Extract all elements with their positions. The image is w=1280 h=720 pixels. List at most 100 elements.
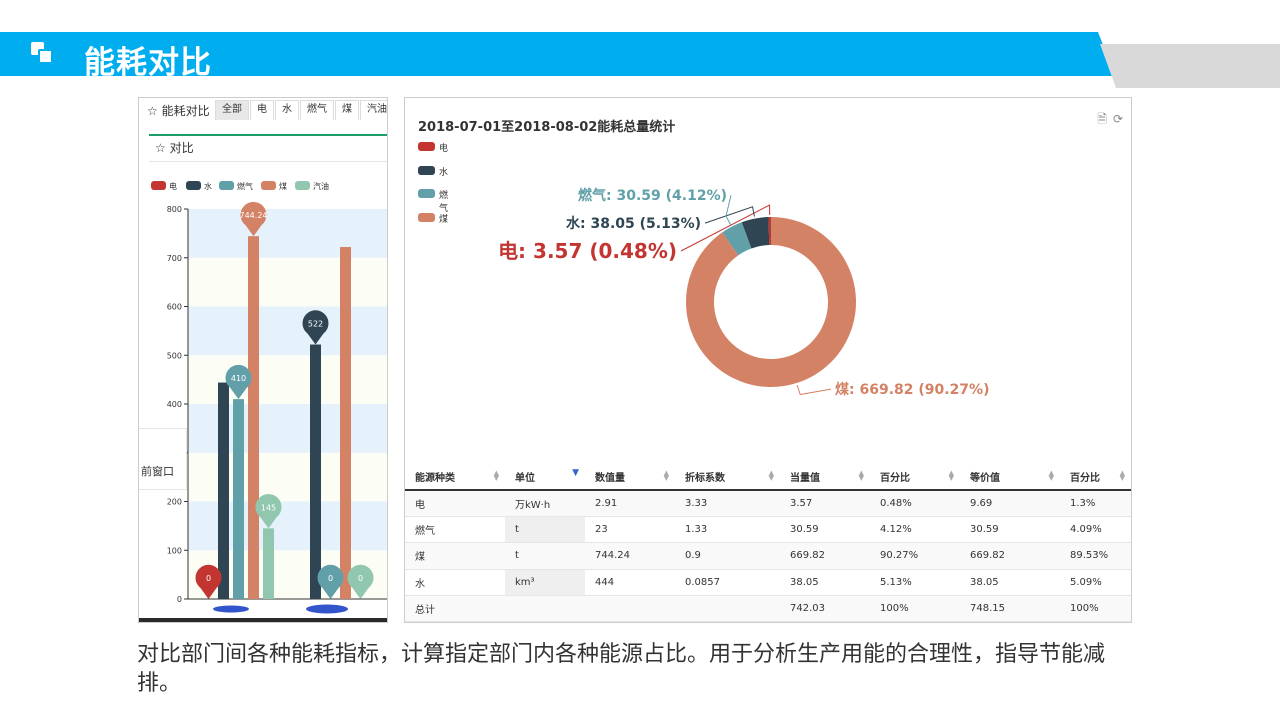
table-cell: 总计 <box>405 595 505 623</box>
column-header-label: 当量值 <box>790 473 820 484</box>
table-cell: 30.59 <box>780 516 870 544</box>
table-row: 煤 t 744.24 0.9 669.82 90.27% 669.82 89.53% <box>405 542 1131 570</box>
column-header-label: 百分比 <box>1070 473 1100 484</box>
table-cell: 748.15 <box>960 595 1060 623</box>
table-cell: t <box>505 542 585 570</box>
column-header-label: 数值量 <box>595 473 625 484</box>
table-cell: 电 <box>405 490 505 517</box>
table-cell: 90.27% <box>870 542 960 570</box>
pin-label: 522 <box>308 320 323 329</box>
y-tick-label: 100 <box>167 546 182 555</box>
y-tick-label: 0 <box>177 595 182 604</box>
table-cell: 1.33 <box>675 516 780 544</box>
donut-slice <box>686 217 856 388</box>
table-cell: 万kW·h <box>505 490 585 517</box>
legend-label: 电 <box>169 181 177 191</box>
column-header-label: 单位 <box>515 473 535 484</box>
compare-subheader: ☆ 对比 <box>149 134 387 162</box>
table-cell: 0.0857 <box>675 569 780 597</box>
sort-icon[interactable]: ▲ ▼ <box>949 470 954 482</box>
column-header[interactable]: 能源种类 ▲ ▼ <box>405 464 505 491</box>
table-cell: 100% <box>1060 595 1131 623</box>
pin-label: 410 <box>231 374 246 383</box>
slice-label: 煤: 669.82 (90.27%) <box>835 381 989 398</box>
bar <box>233 399 244 599</box>
y-tick-label: 500 <box>167 351 182 360</box>
table-header-row: 能源种类 ▲ ▼ 单位 ▼ 数值量 ▲ ▼ 折标系数 ▲ ▼ 当量值 ▲ ▼ 百分比 ▲ ▼ 等价值 ▲ ▼ 百分比 ▲ ▼ <box>405 464 1131 491</box>
prev-window-button[interactable]: 前窗口 <box>139 428 187 490</box>
table-cell <box>585 595 675 623</box>
column-header[interactable]: 等价值 ▲ ▼ <box>960 464 1060 491</box>
category-label-redacted <box>306 604 348 614</box>
legend-label: 汽油 <box>313 181 329 191</box>
pin-label: 744.24 <box>240 211 268 220</box>
column-header-label: 折标系数 <box>685 473 725 484</box>
tab-electricity[interactable]: 电 <box>250 100 274 120</box>
pin-label: 0 <box>328 574 333 583</box>
column-header-label: 百分比 <box>880 473 910 484</box>
slice-label: 燃气: 30.59 (4.12%) <box>578 187 727 204</box>
table-cell: 4.12% <box>870 516 960 544</box>
panel-scrollbar[interactable] <box>139 618 387 622</box>
pin-label: 145 <box>261 503 276 512</box>
table-cell: km³ <box>505 569 585 597</box>
table-cell: 744.24 <box>585 542 675 570</box>
sort-icon[interactable]: ▲ ▼ <box>494 470 499 482</box>
sort-icon[interactable]: ▼ <box>572 469 579 478</box>
y-tick-label: 700 <box>167 254 182 263</box>
column-header[interactable]: 折标系数 ▲ ▼ <box>675 464 780 491</box>
legend-label: 燃气 <box>237 181 253 191</box>
energy-compare-panel: ☆ 能耗对比 全部 电 水 燃气 煤 汽油 ☆ 对比 电水燃气煤汽油 0 100 20… <box>138 97 388 623</box>
legend-swatch <box>186 181 201 190</box>
table-cell: 煤 <box>405 542 505 570</box>
header-banner-accent <box>1100 44 1280 88</box>
column-header[interactable]: 当量值 ▲ ▼ <box>780 464 870 491</box>
sort-icon[interactable]: ▲ ▼ <box>664 470 669 482</box>
legend-swatch <box>261 181 276 190</box>
table-cell: 1.3% <box>1060 490 1131 517</box>
bar <box>340 247 351 599</box>
column-header-label: 等价值 <box>970 473 1000 484</box>
legend-swatch <box>219 181 234 190</box>
table-cell: 100% <box>870 595 960 623</box>
table-cell: 0.9 <box>675 542 780 570</box>
tab-gasoline[interactable]: 汽油 <box>360 100 387 120</box>
bar <box>248 236 259 600</box>
column-header[interactable]: 百分比 ▲ ▼ <box>870 464 960 491</box>
sort-icon[interactable]: ▲ ▼ <box>859 470 864 482</box>
table-cell: 5.09% <box>1060 569 1131 597</box>
column-header-label: 能源种类 <box>415 473 455 484</box>
tab-gas[interactable]: 燃气 <box>300 100 334 120</box>
legend-label: 水 <box>204 181 212 191</box>
table-row: 燃气 t 23 1.33 30.59 4.12% 30.59 4.09% <box>405 516 1131 544</box>
sort-icon[interactable]: ▲ ▼ <box>1120 470 1125 482</box>
column-header[interactable]: 百分比 ▲ ▼ <box>1060 464 1131 491</box>
y-tick-label: 400 <box>167 400 182 409</box>
table-row: 水 km³ 444 0.0857 38.05 5.13% 38.05 5.09% <box>405 569 1131 597</box>
category-label-redacted <box>213 605 249 613</box>
table-cell: 4.09% <box>1060 516 1131 544</box>
sort-icon[interactable]: ▲ ▼ <box>1049 470 1054 482</box>
y-tick-label: 200 <box>167 498 182 507</box>
table-cell: 3.33 <box>675 490 780 517</box>
tab-water[interactable]: 水 <box>275 100 299 120</box>
slice-label: 水: 38.05 (5.13%) <box>566 215 701 232</box>
y-tick-label: 600 <box>167 303 182 312</box>
slice-label: 电: 3.57 (0.48%) <box>498 239 677 263</box>
grid-band <box>188 257 387 307</box>
column-header[interactable]: 单位 ▼ <box>505 464 585 491</box>
table-cell: 30.59 <box>960 516 1060 544</box>
table-cell: 89.53% <box>1060 542 1131 570</box>
table-cell: 669.82 <box>960 542 1060 570</box>
sort-icon[interactable]: ▲ ▼ <box>769 470 774 482</box>
legend-label: 煤 <box>279 181 287 191</box>
table-cell: 5.13% <box>870 569 960 597</box>
legend-swatch <box>151 181 166 190</box>
tab-all[interactable]: 全部 <box>215 100 249 120</box>
table-body: 电万kW·h 2.91 3.33 3.57 0.48% 9.69 1.3% 燃气 t 23 1.33… <box>405 490 1131 623</box>
y-tick-label: 800 <box>167 205 182 214</box>
tab-coal[interactable]: 煤 <box>335 100 359 120</box>
page-title: 能耗对比 <box>84 45 212 81</box>
table-row: 电万kW·h 2.91 3.33 3.57 0.48% 9.69 1.3% <box>405 490 1131 517</box>
column-header[interactable]: 数值量 ▲ ▼ <box>585 464 675 491</box>
